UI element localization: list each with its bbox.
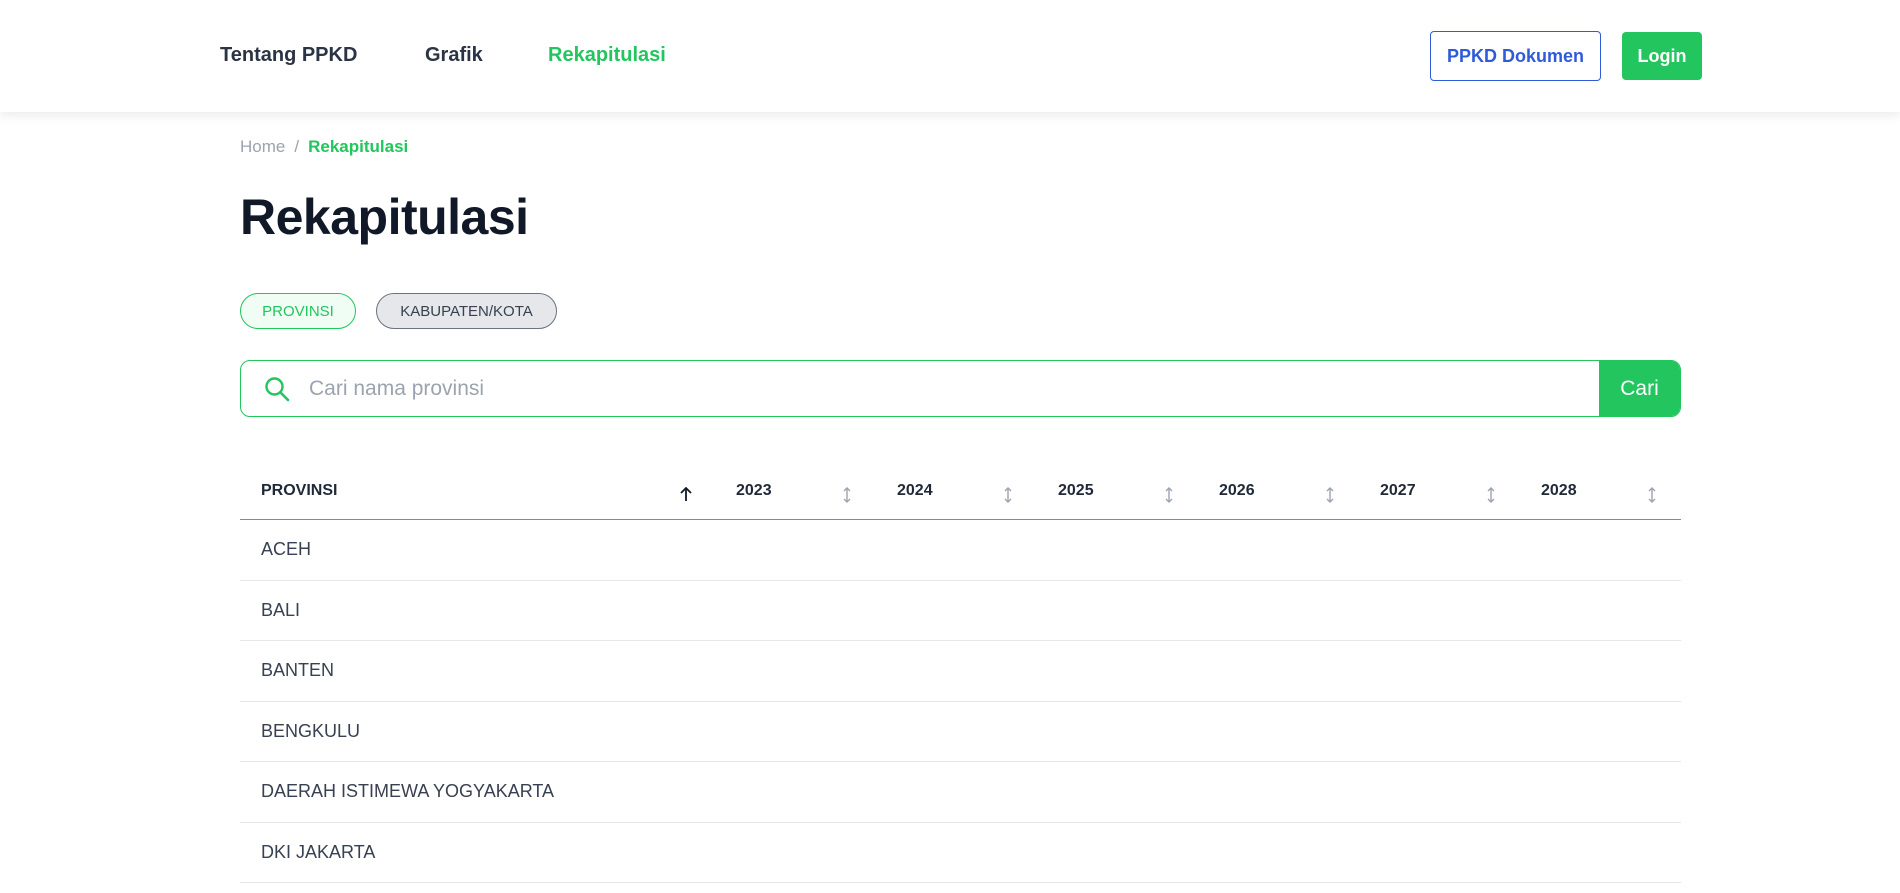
cell-provinsi: BANTEN (261, 660, 335, 680)
column-header-label: 2027 (1380, 482, 1416, 499)
column-header-2028[interactable]: 2028 (1541, 471, 1577, 519)
breadcrumb-separator: / (294, 137, 300, 156)
rekapitulasi-table: PROVINSI 2023 2024 2025 2026 2027 2028 A… (240, 471, 1681, 883)
kabupaten-kota-toggle-button[interactable]: KABUPATEN/KOTA (376, 293, 557, 329)
breadcrumb-current: Rekapitulasi (308, 137, 409, 156)
nav-link-tentang-ppkd[interactable]: Tentang PPKD (220, 44, 357, 67)
cell-provinsi: BENGKULU (261, 720, 361, 741)
cell-provinsi: DKI JAKARTA (261, 841, 376, 862)
search-button[interactable]: Cari (1599, 361, 1680, 416)
page-title: Rekapitulasi (240, 189, 529, 245)
cell-provinsi: ACEH (261, 539, 312, 559)
table-row[interactable]: BANTEN (240, 641, 1681, 702)
search-icon (263, 375, 291, 403)
column-header-provinsi[interactable]: PROVINSI (261, 471, 337, 519)
search-bar: Cari (240, 360, 1681, 417)
column-header-2025[interactable]: 2025 (1058, 471, 1094, 519)
cell-provinsi: BALI (261, 599, 301, 620)
login-button[interactable]: Login (1622, 32, 1702, 80)
column-header-label: PROVINSI (261, 482, 338, 499)
table-row[interactable]: DKI JAKARTA (240, 823, 1681, 883)
table-body: ACEH BALI BANTEN BENGKULU DAERAH ISTIMEW… (240, 520, 1681, 883)
column-header-label: 2026 (1219, 482, 1255, 499)
column-header-label: 2028 (1541, 482, 1577, 499)
table-row[interactable]: ACEH (240, 520, 1681, 581)
table-header-row: PROVINSI 2023 2024 2025 2026 2027 2028 (240, 471, 1681, 520)
column-header-2024[interactable]: 2024 (897, 471, 933, 519)
search-input[interactable] (309, 361, 1599, 416)
nav-link-rekapitulasi[interactable]: Rekapitulasi (548, 44, 666, 67)
breadcrumb: Home / Rekapitulasi (240, 137, 408, 157)
provinsi-toggle-button[interactable]: PROVINSI (240, 293, 356, 329)
column-header-2026[interactable]: 2026 (1219, 471, 1255, 519)
column-header-2023[interactable]: 2023 (736, 471, 772, 519)
column-header-2027[interactable]: 2027 (1380, 471, 1416, 519)
top-navbar: Tentang PPKD Grafik Rekapitulasi PPKD Do… (0, 0, 1900, 112)
cell-provinsi: DAERAH ISTIMEWA YOGYAKARTA (261, 781, 555, 801)
table-row[interactable]: BALI (240, 581, 1681, 641)
breadcrumb-home-link[interactable]: Home (240, 137, 285, 156)
column-header-label: 2024 (897, 482, 933, 499)
table-row[interactable]: BENGKULU (240, 702, 1681, 762)
nav-link-grafik[interactable]: Grafik (425, 44, 483, 67)
table-row[interactable]: DAERAH ISTIMEWA YOGYAKARTA (240, 762, 1681, 823)
column-header-label: 2023 (736, 482, 772, 499)
column-header-label: 2025 (1058, 482, 1094, 499)
ppkd-dokumen-button[interactable]: PPKD Dokumen (1430, 31, 1601, 81)
